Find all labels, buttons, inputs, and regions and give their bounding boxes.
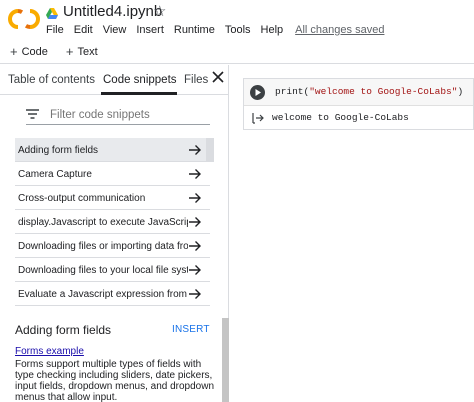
- arrow-right-icon[interactable]: [189, 168, 202, 180]
- colab-logo[interactable]: [8, 8, 40, 30]
- sidebar-panel: Table of contents Code snippets Files Ad…: [0, 65, 229, 402]
- snippet-label: display.Javascript to execute JavaScript…: [18, 217, 188, 228]
- filter-icon: [26, 109, 39, 119]
- add-text-button[interactable]: + Text: [66, 44, 98, 59]
- menubar: File Edit View Insert Runtime Tools Help…: [46, 24, 384, 36]
- arrow-right-icon[interactable]: [189, 288, 202, 300]
- plus-icon: +: [10, 44, 18, 59]
- tab-files[interactable]: Files: [184, 74, 208, 86]
- snippet-item[interactable]: display.Javascript to execute JavaScript…: [15, 210, 210, 234]
- snippet-label: Downloading files to your local file sys…: [18, 265, 188, 276]
- code-string: "welcome to Google-CoLabs": [309, 86, 458, 97]
- code-function: print(: [275, 86, 310, 97]
- add-text-label: Text: [77, 45, 98, 58]
- snippet-item[interactable]: Camera Capture: [15, 162, 210, 186]
- sidebar-tabs: Table of contents Code snippets Files: [0, 65, 229, 95]
- add-code-button[interactable]: + Code: [10, 44, 48, 59]
- star-icon[interactable]: ☆: [153, 2, 166, 20]
- snippet-label: Evaluate a Javascript expression from Py…: [18, 289, 188, 300]
- snippet-label: Downloading files or importing data from…: [18, 241, 188, 252]
- active-tab-indicator: [101, 92, 177, 95]
- snippet-description: Forms support multiple types of fields w…: [15, 359, 215, 402]
- clear-output-icon[interactable]: [252, 112, 264, 124]
- snippet-item[interactable]: Downloading files or importing data from…: [15, 234, 210, 258]
- insert-button[interactable]: INSERT: [172, 324, 210, 335]
- snippet-item[interactable]: Adding form fields: [15, 138, 210, 162]
- save-status[interactable]: All changes saved: [295, 24, 384, 36]
- code-close: ): [457, 86, 464, 97]
- notebook-title[interactable]: Untitled4.ipynb: [63, 3, 162, 20]
- tab-code-snippets[interactable]: Code snippets: [103, 74, 177, 86]
- snippet-detail-title: Adding form fields: [15, 323, 112, 337]
- run-cell-button[interactable]: [250, 85, 265, 100]
- drive-icon: [46, 8, 58, 19]
- menu-file[interactable]: File: [46, 24, 64, 36]
- snippet-list-scrollbar[interactable]: [206, 138, 214, 162]
- snippet-label: Camera Capture: [18, 169, 92, 180]
- forms-example-link[interactable]: Forms example: [15, 346, 84, 357]
- arrow-right-icon[interactable]: [189, 192, 202, 204]
- snippet-item[interactable]: Evaluate a Javascript expression from Py…: [15, 282, 210, 306]
- code-editor[interactable]: print("welcome to Google-CoLabs"): [275, 86, 463, 97]
- menu-view[interactable]: View: [103, 24, 127, 36]
- arrow-right-icon[interactable]: [189, 216, 202, 228]
- arrow-right-icon[interactable]: [189, 264, 202, 276]
- arrow-right-icon[interactable]: [189, 144, 202, 156]
- arrow-right-icon[interactable]: [189, 240, 202, 252]
- menu-tools[interactable]: Tools: [225, 24, 251, 36]
- menu-insert[interactable]: Insert: [136, 24, 164, 36]
- tab-table-of-contents[interactable]: Table of contents: [8, 74, 95, 86]
- plus-icon: +: [65, 44, 74, 59]
- cell-input[interactable]: print("welcome to Google-CoLabs"): [244, 79, 473, 106]
- toolbar: + Code + Text: [0, 40, 474, 64]
- header: Untitled4.ipynb ☆ File Edit View Insert …: [0, 0, 474, 40]
- menu-runtime[interactable]: Runtime: [174, 24, 215, 36]
- notebook-area: print("welcome to Google-CoLabs") welcom…: [230, 65, 474, 402]
- code-cell[interactable]: print("welcome to Google-CoLabs") welcom…: [243, 78, 474, 130]
- filter-input[interactable]: [50, 107, 208, 123]
- cell-output: welcome to Google-CoLabs: [272, 112, 409, 123]
- sidebar-scrollbar[interactable]: [222, 318, 229, 402]
- snippet-item[interactable]: Downloading files to your local file sys…: [15, 258, 210, 282]
- play-icon: [255, 89, 261, 96]
- menu-help[interactable]: Help: [261, 24, 284, 36]
- close-icon[interactable]: [211, 70, 225, 84]
- snippet-filter: [26, 105, 210, 125]
- snippet-label: Cross-output communication: [18, 193, 146, 204]
- snippet-list: Adding form fields Camera Capture Cross-…: [15, 138, 210, 306]
- snippet-item[interactable]: Cross-output communication: [15, 186, 210, 210]
- add-code-label: Code: [21, 45, 48, 58]
- menu-edit[interactable]: Edit: [74, 24, 93, 36]
- snippet-label: Adding form fields: [18, 145, 99, 156]
